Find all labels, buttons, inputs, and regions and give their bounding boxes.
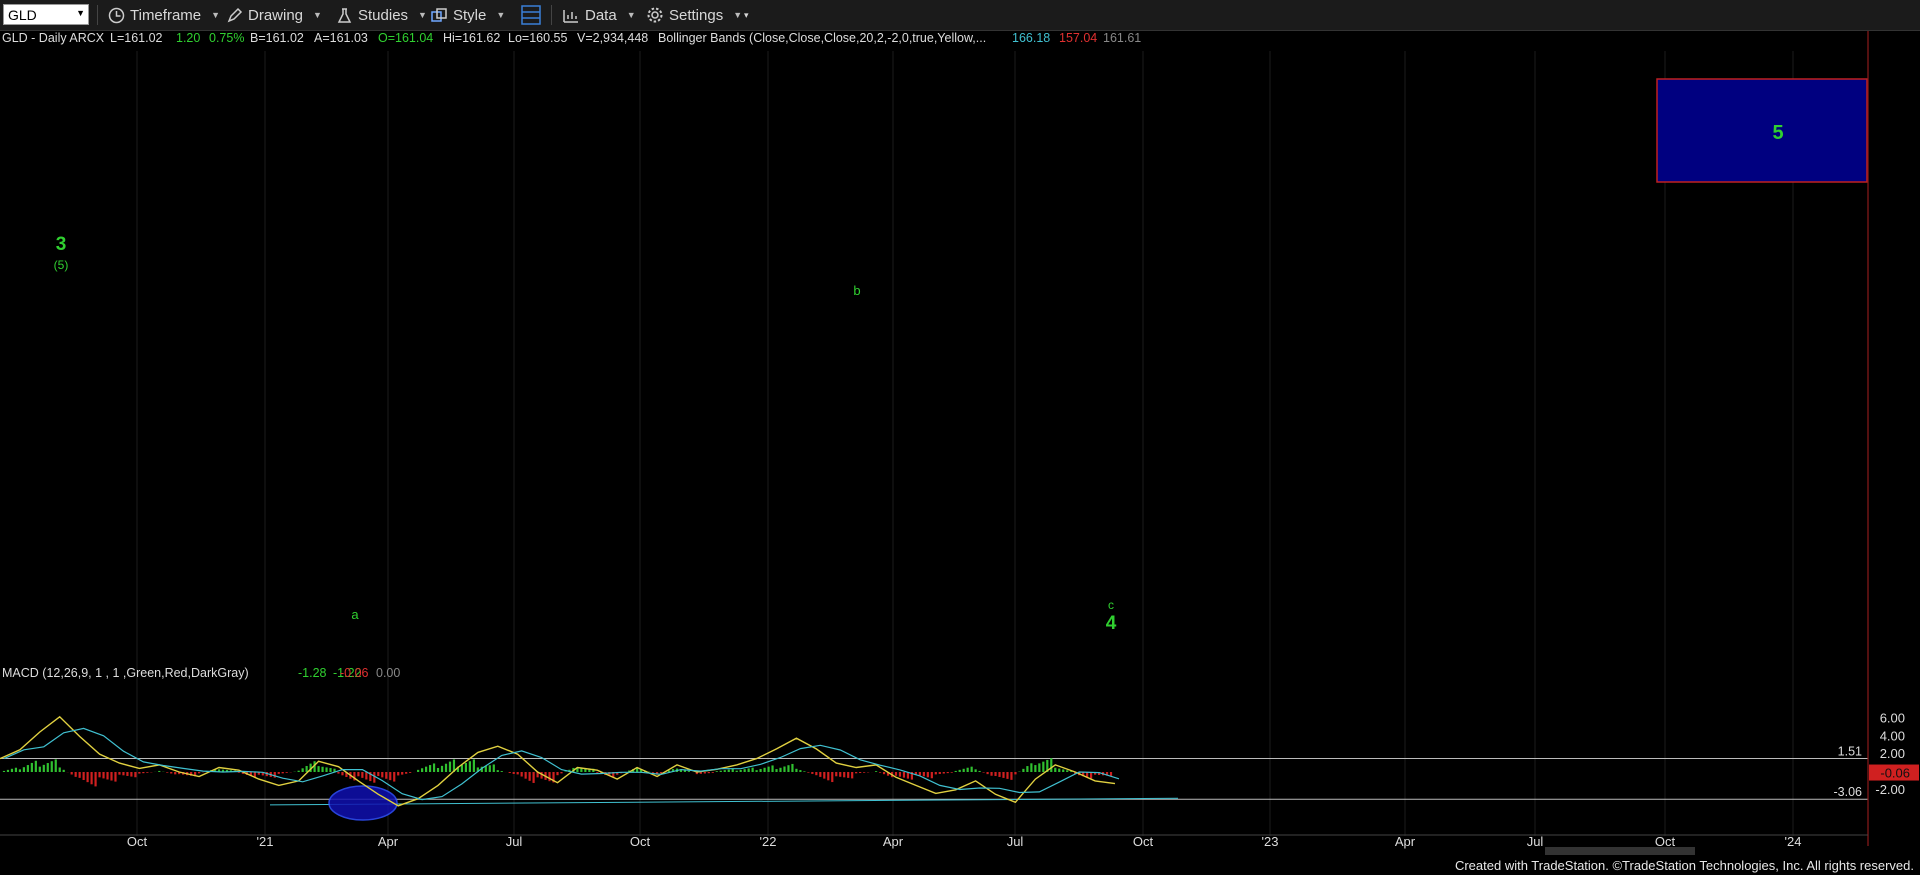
data-label: Data (585, 6, 617, 24)
symbol-input[interactable]: GLD ▼ (3, 4, 89, 25)
time-tick-label: Apr (378, 834, 399, 849)
macd-tick-label: 6.00 (1880, 711, 1905, 726)
macd-header: MACD (12,26,9, 1 , 1 ,Green,Red,DarkGray… (2, 666, 400, 680)
high-price: Hi=161.62 (443, 31, 500, 45)
bid-price: B=161.02 (250, 31, 304, 45)
time-tick-label: Jul (506, 834, 523, 849)
studies-label: Studies (358, 6, 409, 24)
macd-zero-value: 0.00 (376, 666, 400, 680)
time-tick-label: Jul (1527, 834, 1544, 849)
last-price: L=161.02 (110, 31, 163, 45)
svg-text:GLD - Daily ARCX: GLD - Daily ARCX (2, 31, 105, 45)
time-tick-label: Oct (127, 834, 148, 849)
chevron-down-icon: ▼ (733, 10, 743, 20)
time-tick-label: Oct (630, 834, 651, 849)
chevron-down-icon: ▼ (496, 10, 506, 20)
bar-chart-icon (563, 9, 578, 23)
price-header: GLD - Daily ARCX L=161.02 1.20 0.75% B=1… (2, 31, 1141, 45)
studies-menu[interactable]: Studies ▼ (336, 0, 427, 30)
style-menu[interactable]: Style ▼ (430, 0, 505, 30)
time-tick-label: '24 (1785, 834, 1802, 849)
time-axis: Oct '21 Apr Jul Oct '22 Apr Jul Oct '23 Apr Jul Oct '… (0, 834, 1868, 855)
layout-icon (521, 5, 541, 25)
bb-upper-value: 166.18 (1012, 31, 1050, 45)
time-tick-label: '22 (760, 834, 777, 849)
toolbar: GLD ▼ Timeframe ▼ Drawing ▼ Studies ▼ St… (0, 0, 1920, 31)
drawing-label: Drawing (248, 6, 304, 24)
macd-tick-label: -2.00 (1875, 782, 1905, 797)
macd-tick-label: 4.00 (1880, 728, 1905, 743)
macd-signal-line (3, 727, 1120, 801)
horizontal-scrollbar (1545, 847, 1695, 855)
volume: V=2,934,448 (577, 31, 648, 45)
clock-icon (108, 7, 125, 23)
gear-icon (647, 7, 663, 23)
open-price: O=161.04 (378, 31, 433, 45)
chevron-down-icon: ▼ (211, 10, 221, 20)
grid (136, 51, 1794, 836)
price-change-pct: 0.75% (209, 31, 244, 45)
chevron-down-icon: ▼ (626, 10, 636, 20)
time-tick-label: Oct (1655, 834, 1676, 849)
macd-level-label: 1.51 (1838, 745, 1862, 759)
toolbar-overflow[interactable]: ▾ (744, 0, 749, 30)
timeframe-menu[interactable]: Timeframe ▼ (108, 0, 220, 30)
macd-tag-label: -0.06 (1880, 766, 1910, 781)
wave-4-label: 4 (1106, 613, 1117, 634)
wave-5-target-box[interactable]: 5 (1656, 78, 1868, 183)
wave-3-label: 3 (56, 234, 67, 255)
price-change: 1.20 (176, 31, 200, 45)
wave-labels: 3 (5) a b c 4 (54, 234, 1117, 634)
low-price: Lo=160.55 (508, 31, 567, 45)
macd-hist-value: -0.06 (340, 666, 369, 680)
flask-icon (337, 7, 352, 23)
bollinger-label: Bollinger Bands (Close,Close,Close,20,2,… (658, 31, 986, 45)
macd-lines (0, 715, 1120, 807)
macd-tick-label: 2.00 (1880, 746, 1905, 761)
time-tick-label: Jul (1007, 834, 1024, 849)
macd-divergence-ellipse[interactable] (328, 785, 398, 821)
bb-mid-value: 161.61 (1103, 31, 1141, 45)
style-label: Style (453, 6, 487, 24)
chart-area[interactable]: GLD - Daily ARCX L=161.02 1.20 0.75% B=1… (0, 31, 1920, 875)
time-tick-label: '23 (1262, 834, 1279, 849)
footer-credit: Created with TradeStation. ©TradeStation… (1454, 858, 1914, 873)
toolbar-separator (97, 5, 98, 25)
time-tick-label: Apr (1395, 834, 1416, 849)
settings-label: Settings (669, 6, 724, 24)
symbol-value: GLD (8, 6, 37, 23)
pencil-icon (227, 7, 243, 22)
macd-label: MACD (12,26,9, 1 , 1 ,Green,Red,DarkGray… (2, 666, 249, 680)
chevron-down-icon: ▼ (313, 10, 322, 20)
macd-value: -1.28 (298, 666, 327, 680)
time-tick-label: '21 (257, 834, 274, 849)
wave-a-label: a (351, 607, 359, 622)
time-tick-label: Apr (883, 834, 904, 849)
ask-price: A=161.03 (314, 31, 368, 45)
macd-axis: 6.00 4.00 2.00 -2.00 1.51 -3.06 -0.06 (1834, 711, 1919, 799)
macd-level-label: -3.06 (1834, 785, 1863, 799)
timeframe-label: Timeframe (130, 6, 202, 24)
data-menu[interactable]: Data ▼ (562, 0, 636, 30)
symbol-info: GLD - Daily ARCX (2, 31, 105, 45)
chevron-down-icon: ▼ (418, 10, 427, 20)
time-tick-label: Oct (1133, 834, 1154, 849)
settings-menu[interactable]: Settings ▼ (646, 0, 742, 30)
macd-line (0, 715, 1116, 807)
wave-c-label: c (1108, 598, 1114, 612)
style-icon (431, 7, 447, 22)
wave-5-label: 5 (1772, 122, 1783, 144)
layout-button[interactable] (520, 0, 547, 30)
wave-3-sub-label: (5) (54, 258, 69, 272)
macd-pane (0, 758, 1868, 806)
toolbar-separator (551, 5, 552, 25)
wave-b-label: b (853, 283, 860, 298)
bb-lower-value: 157.04 (1059, 31, 1097, 45)
chevron-down-icon[interactable]: ▼ (76, 8, 85, 18)
drawing-menu[interactable]: Drawing ▼ (226, 0, 322, 30)
